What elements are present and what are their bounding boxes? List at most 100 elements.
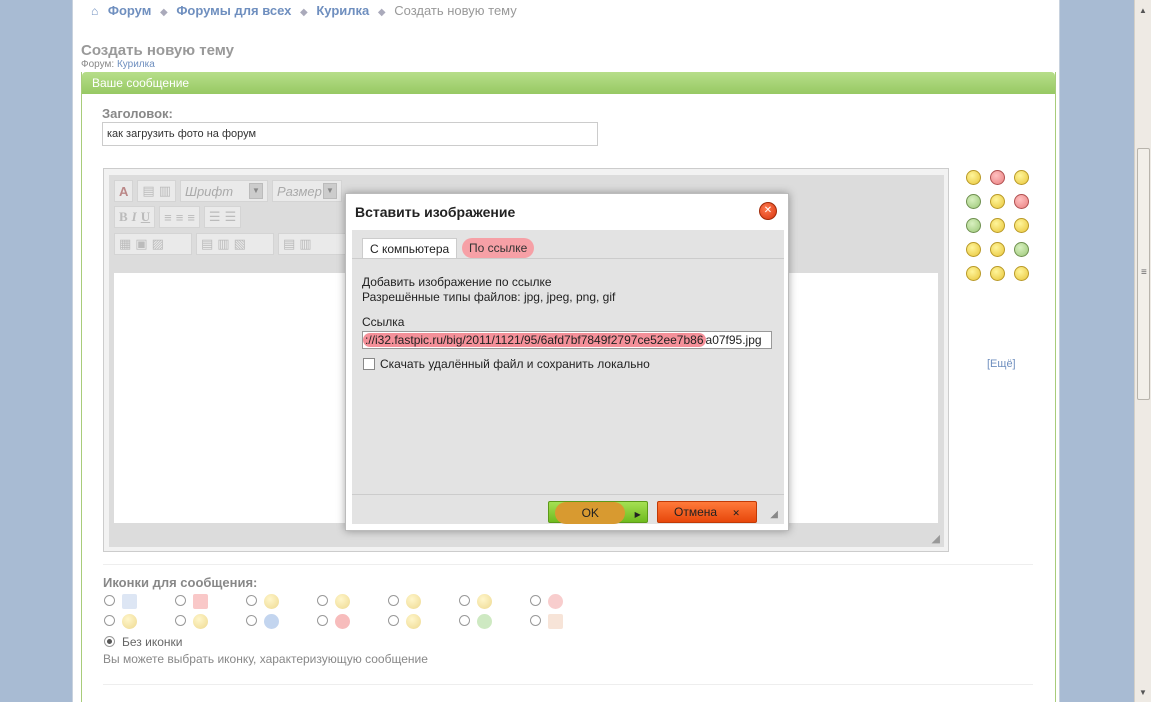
angry-icon[interactable] [990,170,1005,185]
sad-icon[interactable] [990,242,1005,257]
happy-icon[interactable] [990,266,1005,281]
spoiler-icon[interactable]: ▧ [234,236,246,252]
code-icon[interactable]: ▤ [201,236,213,252]
subject-label: Заголовок: [102,106,173,121]
unordered-list-icon[interactable]: ☰ [225,209,237,225]
scrollbar-thumb[interactable]: ≡ [1137,148,1150,400]
misc-tool-group[interactable]: ▤ ▥ ▧ [196,233,274,255]
confused-icon[interactable] [990,194,1005,209]
post-icon-radio[interactable] [246,595,257,606]
clipboard-tool-group[interactable]: ▤ ▥ [137,180,176,202]
ok-button[interactable]: OK ▶ [548,501,648,524]
bold-button[interactable]: B [119,209,128,225]
insert-tool-group[interactable]: ▦ ▣ ▨ [114,233,192,255]
text-format-icon[interactable]: A [119,184,128,199]
smile-icon[interactable] [966,170,981,185]
post-icon-radio[interactable] [459,615,470,626]
extra-tool-group[interactable]: ▤ ▥ [278,233,350,255]
quote-icon[interactable]: ▥ [217,236,229,252]
teeth-icon[interactable] [966,266,981,281]
smile-icon [335,594,350,609]
post-icon-radio[interactable] [388,595,399,606]
font-select[interactable]: Шрифт ▼ [179,180,268,202]
dialog-footer: OK ▶ Отмена ✕ ◢ [352,494,784,524]
thumbs-icon[interactable] [990,218,1005,233]
info-icon [264,614,279,629]
post-icon-radio[interactable] [175,595,186,606]
align-left-icon[interactable]: ≡ [164,210,172,225]
post-icon-radio[interactable] [388,615,399,626]
close-icon[interactable]: ✕ [759,202,777,220]
post-icon-radio[interactable] [317,595,328,606]
tab-from-computer[interactable]: С компьютера [362,238,458,258]
url-rest-part: a07f95.jpg [705,333,762,347]
table-icon[interactable]: ▦ [119,236,131,252]
breadcrumb-current: Создать новую тему [394,3,517,18]
post-icon-radio[interactable] [459,595,470,606]
list-tool-group: ☰ ☰ [203,206,242,228]
link-label: Ссылка [362,315,405,329]
home-icon[interactable]: ⌂ [91,4,98,18]
refresh-icon [477,614,492,629]
cool-icon[interactable] [1014,266,1029,281]
laugh-icon [406,594,421,609]
cancel-button[interactable]: Отмена ✕ [657,501,757,523]
mad-icon[interactable] [1014,194,1029,209]
breadcrumb-forums-for-all[interactable]: Форумы для всех [176,3,291,18]
underline-button[interactable]: U [141,209,150,225]
post-icon-radio[interactable] [175,615,186,626]
scroll-down-icon[interactable]: ▼ [1139,688,1147,697]
forum-link[interactable]: Курилка [117,59,155,70]
preview-icon[interactable]: ▥ [299,236,311,252]
size-select[interactable]: Размер ▼ [271,180,342,202]
subject-input[interactable]: как загрузить фото на форум [102,122,598,146]
download-locally-label: Скачать удалённый файл и сохранить локал… [380,357,650,371]
scroll-up-icon[interactable]: ▲ [1139,6,1147,15]
resize-grip-icon[interactable]: ◢ [770,509,778,520]
cool-icon [193,614,208,629]
tab-by-link[interactable]: По ссылке [462,238,535,258]
image-url-input[interactable]: ://i32.fastpic.ru/big/2011/1121/95/6afd7… [362,331,772,349]
source-icon[interactable]: ▤ [283,236,295,252]
post-icon-radio[interactable] [530,615,541,626]
vertical-scrollbar[interactable]: ▲ ≡ ▼ [1134,0,1151,702]
align-center-icon[interactable]: ≡ [176,210,184,225]
sick-icon[interactable] [966,194,981,209]
post-icons-label: Иконки для сообщения: [103,575,258,590]
ordered-list-icon[interactable]: ☰ [209,209,221,225]
image-icon[interactable]: ▣ [135,236,147,252]
grin-icon[interactable] [966,218,981,233]
italic-button[interactable]: I [132,209,137,225]
tongue-icon[interactable] [1014,218,1029,233]
post-icon-radio[interactable] [246,615,257,626]
dialog-content: Добавить изображение по ссылке Разрешённ… [352,258,784,494]
grin-icon [264,594,279,609]
download-locally-checkbox[interactable] [363,358,375,370]
align-right-icon[interactable]: ≡ [187,210,195,225]
chevron-down-icon: ▼ [248,183,263,199]
media-icon[interactable]: ▨ [152,236,164,252]
close-icon: ✕ [732,508,740,518]
paste-icon[interactable]: ▤ [142,183,154,199]
paste-text-icon[interactable]: ▥ [159,183,171,199]
neutral-icon[interactable] [1014,242,1029,257]
url-highlighted-part: ://i32.fastpic.ru/big/2011/1121/95/6afd7… [363,333,706,347]
laugh-icon[interactable] [966,242,981,257]
breadcrumb-kurilka[interactable]: Курилка [316,3,369,18]
breadcrumb-separator-icon: ◆ [377,7,386,18]
post-icon-radio[interactable] [104,595,115,606]
toolbar-row-3: ▦ ▣ ▨ ▤ ▥ ▧ ▤ ▥ [114,233,350,255]
breadcrumb-forum[interactable]: Форум [108,3,151,18]
format-tool-group[interactable]: A [114,180,134,202]
page-title: Создать новую тему [81,42,234,59]
resize-grip-icon[interactable]: ◢ [932,532,940,545]
post-icon-radio[interactable] [317,615,328,626]
cancel-button-label: Отмена [674,505,718,519]
post-icon-radio[interactable] [530,595,541,606]
post-icon-radio[interactable] [104,615,115,626]
no-icon-radio[interactable] [104,636,115,647]
wink-icon[interactable] [1014,170,1029,185]
toolbar-row-1: A ▤ ▥ Шрифт ▼ Размер ▼ [114,180,342,202]
hand-icon [548,614,563,629]
more-smileys-link[interactable]: [Ещё] [987,358,1016,370]
